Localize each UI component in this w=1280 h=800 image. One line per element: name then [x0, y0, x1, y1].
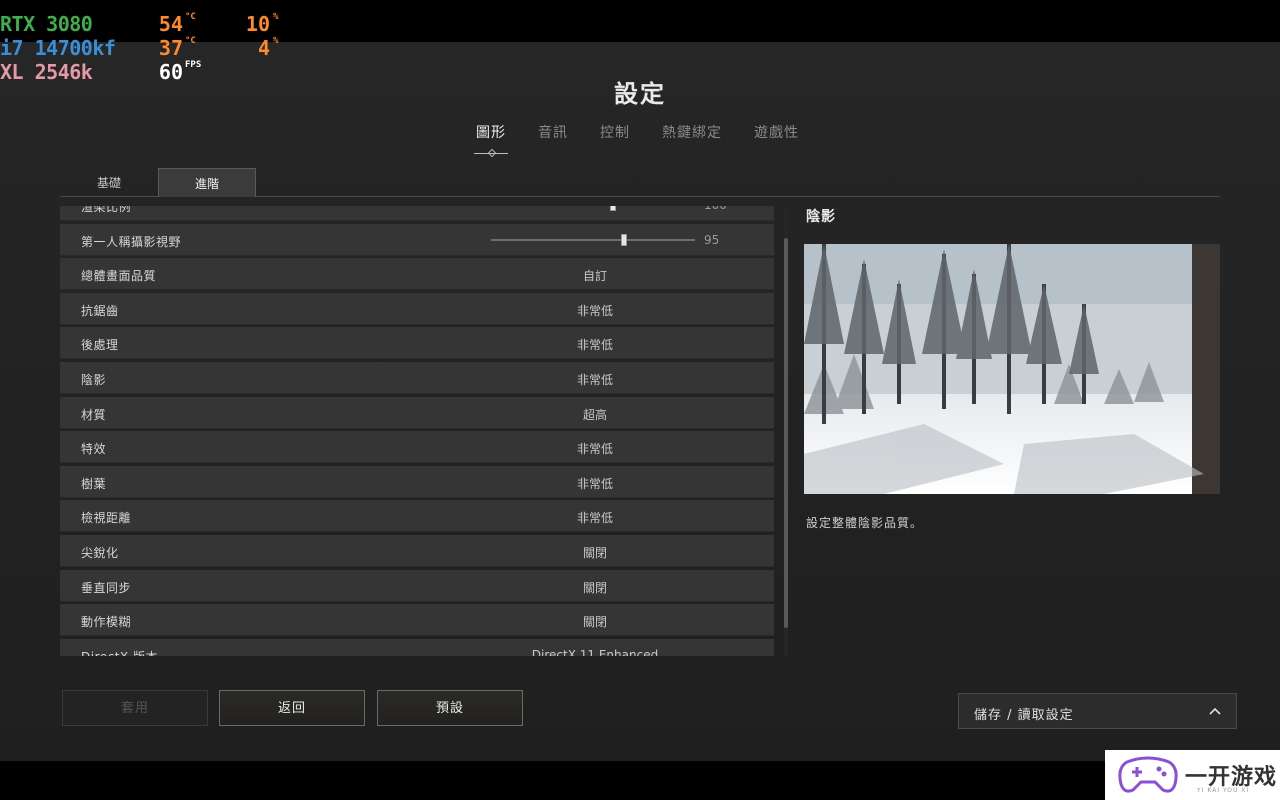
setting-label: 陰影	[81, 372, 107, 387]
setting-row[interactable]: 尖銳化 關閉	[60, 534, 774, 567]
setting-label: 渲染比例	[81, 206, 132, 214]
page-title: 設定	[614, 80, 666, 108]
setting-value-selector[interactable]: 非常低	[490, 371, 700, 388]
setting-label: 檢視距離	[81, 511, 132, 526]
tab-controls[interactable]: 控制	[584, 120, 646, 148]
subtab-basic[interactable]: 基礎	[60, 168, 158, 197]
osd-cpu-load: 4	[257, 36, 270, 60]
chevron-up-icon	[1209, 707, 1221, 715]
tab-keybindings[interactable]: 熱鍵綁定	[646, 120, 738, 148]
setting-row[interactable]: 垂直同步 關閉	[60, 569, 774, 602]
setting-slider-value: 100	[704, 206, 727, 212]
tab-gameplay[interactable]: 遊戲性	[738, 120, 815, 148]
performance-overlay: RTX 3080 54 °C 10 % i7 14700kf 37 °C 4 %…	[0, 10, 300, 90]
setting-label: DirectX 版本	[81, 648, 158, 656]
setting-value-selector[interactable]: 非常低	[490, 302, 700, 319]
setting-row[interactable]: 材質 超高	[60, 396, 774, 429]
setting-row[interactable]: 後處理 非常低	[60, 327, 774, 360]
setting-row[interactable]: 第一人稱攝影視野 95	[60, 223, 774, 256]
osd-cpu-temp-unit: °C	[185, 36, 196, 46]
setting-value-selector[interactable]: 超高	[490, 406, 700, 423]
gamepad-logo-icon	[1118, 756, 1178, 793]
setting-label: 尖銳化	[81, 545, 119, 560]
osd-fps-value: 60	[158, 60, 183, 84]
setting-label: 特效	[81, 442, 107, 457]
sub-tabs: 基礎 進階	[60, 168, 1220, 197]
tab-graphics[interactable]: 圖形	[460, 120, 522, 154]
osd-cpu-load-unit: %	[273, 36, 279, 46]
apply-button[interactable]: 套用	[62, 690, 208, 726]
setting-row[interactable]: 陰影 非常低	[60, 361, 774, 394]
setting-row[interactable]: 動作模糊 關閉	[60, 604, 774, 637]
osd-gpu-temp-unit: °C	[185, 12, 196, 22]
setting-label: 抗鋸齒	[81, 303, 119, 318]
setting-value-selector[interactable]: 自訂	[490, 267, 700, 284]
setting-row[interactable]: DirectX 版本 DirectX 11 Enhanced	[60, 638, 774, 656]
setting-value-selector[interactable]: 非常低	[490, 336, 700, 353]
main-tabs: 圖形 音訊 控制 熱鍵綁定 遊戲性	[460, 120, 815, 154]
setting-row[interactable]: 總體畫面品質 自訂	[60, 258, 774, 291]
save-load-settings-dropdown[interactable]: 儲存 / 讀取設定	[958, 693, 1237, 729]
setting-value-selector[interactable]: 關閉	[490, 613, 700, 630]
site-watermark: 一开游戏 YI KAI YOU XI	[1105, 750, 1280, 800]
osd-cpu-temp: 37	[158, 36, 183, 60]
osd-cpu-name: i7 14700kf	[0, 36, 116, 60]
list-scrollbar-thumb[interactable]	[784, 238, 788, 628]
setting-label: 樹葉	[81, 476, 107, 491]
setting-value-selector[interactable]: 關閉	[490, 579, 700, 596]
setting-slider[interactable]	[491, 233, 695, 246]
setting-row[interactable]: 檢視距離 非常低	[60, 500, 774, 533]
snowy-forest-illustration	[804, 244, 1220, 494]
osd-gpu-temp: 54	[158, 12, 183, 36]
detail-title: 陰影	[806, 209, 836, 225]
slider-handle[interactable]	[620, 233, 627, 246]
osd-gpu-name: RTX 3080	[0, 12, 93, 36]
setting-row[interactable]: 渲染比例 100	[60, 206, 774, 221]
setting-label: 總體畫面品質	[81, 269, 157, 284]
osd-gpu-load-unit: %	[273, 12, 279, 22]
subtab-advanced[interactable]: 進階	[158, 168, 256, 197]
setting-value-selector[interactable]: 非常低	[490, 509, 700, 526]
osd-gpu-load: 10	[245, 12, 270, 36]
settings-list[interactable]: 渲染比例100第一人稱攝影視野95總體畫面品質自訂抗鋸齒非常低後處理非常低陰影非…	[60, 206, 774, 656]
shadow-preview-image	[804, 244, 1220, 494]
setting-value-selector[interactable]: 非常低	[490, 475, 700, 492]
setting-slider-value: 95	[704, 232, 720, 247]
setting-label: 材質	[81, 407, 107, 422]
setting-label: 垂直同步	[81, 580, 132, 595]
letterbox-bottom	[0, 761, 1280, 800]
slider-handle[interactable]	[610, 206, 617, 211]
save-load-label: 儲存 / 讀取設定	[974, 708, 1074, 723]
detail-description: 設定整體陰影品質。	[806, 516, 924, 530]
setting-label: 第一人稱攝影視野	[81, 234, 182, 249]
setting-row[interactable]: 特效 非常低	[60, 431, 774, 464]
watermark-pinyin: YI KAI YOU XI	[1197, 787, 1250, 794]
default-button[interactable]: 預設	[377, 690, 523, 726]
back-button[interactable]: 返回	[219, 690, 365, 726]
setting-row[interactable]: 抗鋸齒 非常低	[60, 292, 774, 325]
osd-fps-unit: FPS	[185, 60, 202, 70]
setting-label: 動作模糊	[81, 615, 132, 630]
tab-audio[interactable]: 音訊	[522, 120, 584, 148]
setting-label: 後處理	[81, 338, 119, 353]
osd-display-name: XL 2546k	[0, 60, 93, 84]
setting-value-selector[interactable]: 關閉	[490, 544, 700, 561]
setting-value-selector[interactable]: DirectX 11 Enhanced	[490, 648, 700, 656]
setting-value-selector[interactable]: 非常低	[490, 440, 700, 457]
setting-row[interactable]: 樹葉 非常低	[60, 465, 774, 498]
